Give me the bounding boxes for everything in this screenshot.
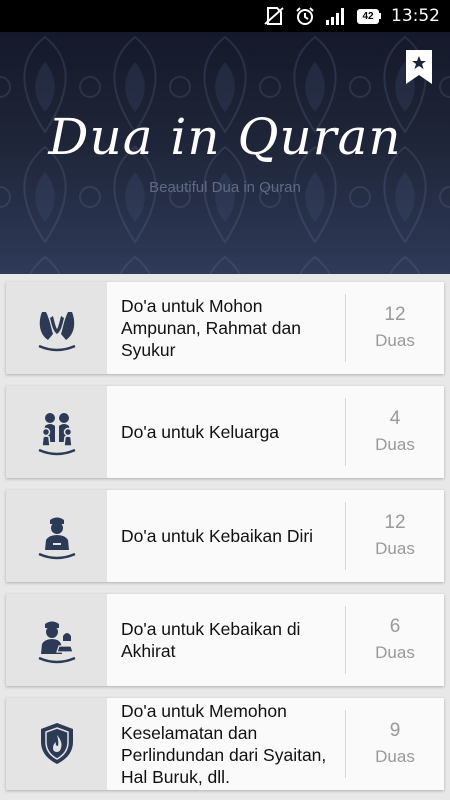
praying-hands-icon: [37, 312, 76, 352]
person-mosque-icon: [37, 621, 76, 664]
category-thumb: [6, 594, 107, 686]
category-item[interactable]: Do'a untuk Keluarga 4 Duas: [6, 386, 444, 478]
dua-count: 12 Duas: [346, 490, 444, 582]
dua-count: 6 Duas: [346, 594, 444, 686]
category-thumb: [6, 698, 107, 790]
category-thumb: [6, 490, 107, 582]
no-sim-icon: [263, 6, 285, 26]
category-title: Do'a untuk Mohon Ampunan, Rahmat dan Syu…: [121, 296, 301, 360]
alarm-icon: [295, 6, 315, 26]
dua-count-number: 12: [384, 512, 406, 533]
category-title: Do'a untuk Kebaikan Diri: [121, 526, 314, 546]
dua-count-number: 12: [384, 304, 406, 325]
dua-count: 4 Duas: [346, 386, 444, 478]
status-bar: 42 13:52: [0, 0, 450, 32]
category-thumb: [6, 282, 107, 374]
dua-count: 12 Duas: [346, 282, 444, 374]
dua-count-number: 4: [389, 408, 401, 429]
category-item[interactable]: Do'a untuk Mohon Ampunan, Rahmat dan Syu…: [6, 282, 444, 374]
dua-count: 9 Duas: [346, 698, 444, 790]
family-icon: [37, 413, 76, 456]
clock: 13:52: [391, 6, 440, 26]
header-banner: Dua in Quran Beautiful Dua in Quran: [0, 32, 450, 274]
dua-count-unit: Duas: [375, 539, 415, 558]
category-item[interactable]: Do'a untuk Kebaikan Diri 12 Duas: [6, 490, 444, 582]
signal-icon: [325, 7, 347, 25]
bookmark-star-icon: [406, 50, 432, 84]
battery-icon: 42: [357, 8, 381, 24]
battery-level: 42: [357, 8, 379, 24]
category-item[interactable]: Do'a untuk Kebaikan di Akhirat 6 Duas: [6, 594, 444, 686]
dua-count-unit: Duas: [375, 747, 415, 766]
dua-count-unit: Duas: [375, 435, 415, 454]
category-title: Do'a untuk Memohon Keselamatan dan Perli…: [121, 701, 327, 787]
app-subtitle: Beautiful Dua in Quran: [149, 179, 301, 196]
dua-count-unit: Duas: [375, 331, 415, 350]
category-item[interactable]: Do'a untuk Memohon Keselamatan dan Perli…: [6, 698, 444, 790]
person-icon: [37, 517, 76, 560]
category-thumb: [6, 386, 107, 478]
category-title: Do'a untuk Keluarga: [121, 422, 280, 442]
category-list: Do'a untuk Mohon Ampunan, Rahmat dan Syu…: [0, 274, 450, 800]
shield-icon: [40, 723, 73, 764]
app-title: Dua in Quran: [48, 108, 402, 166]
dua-count-unit: Duas: [375, 643, 415, 662]
category-title: Do'a untuk Kebaikan di Akhirat: [121, 619, 301, 661]
bookmark-button[interactable]: [406, 50, 432, 84]
dua-count-number: 9: [389, 720, 401, 741]
dua-count-number: 6: [389, 616, 401, 637]
